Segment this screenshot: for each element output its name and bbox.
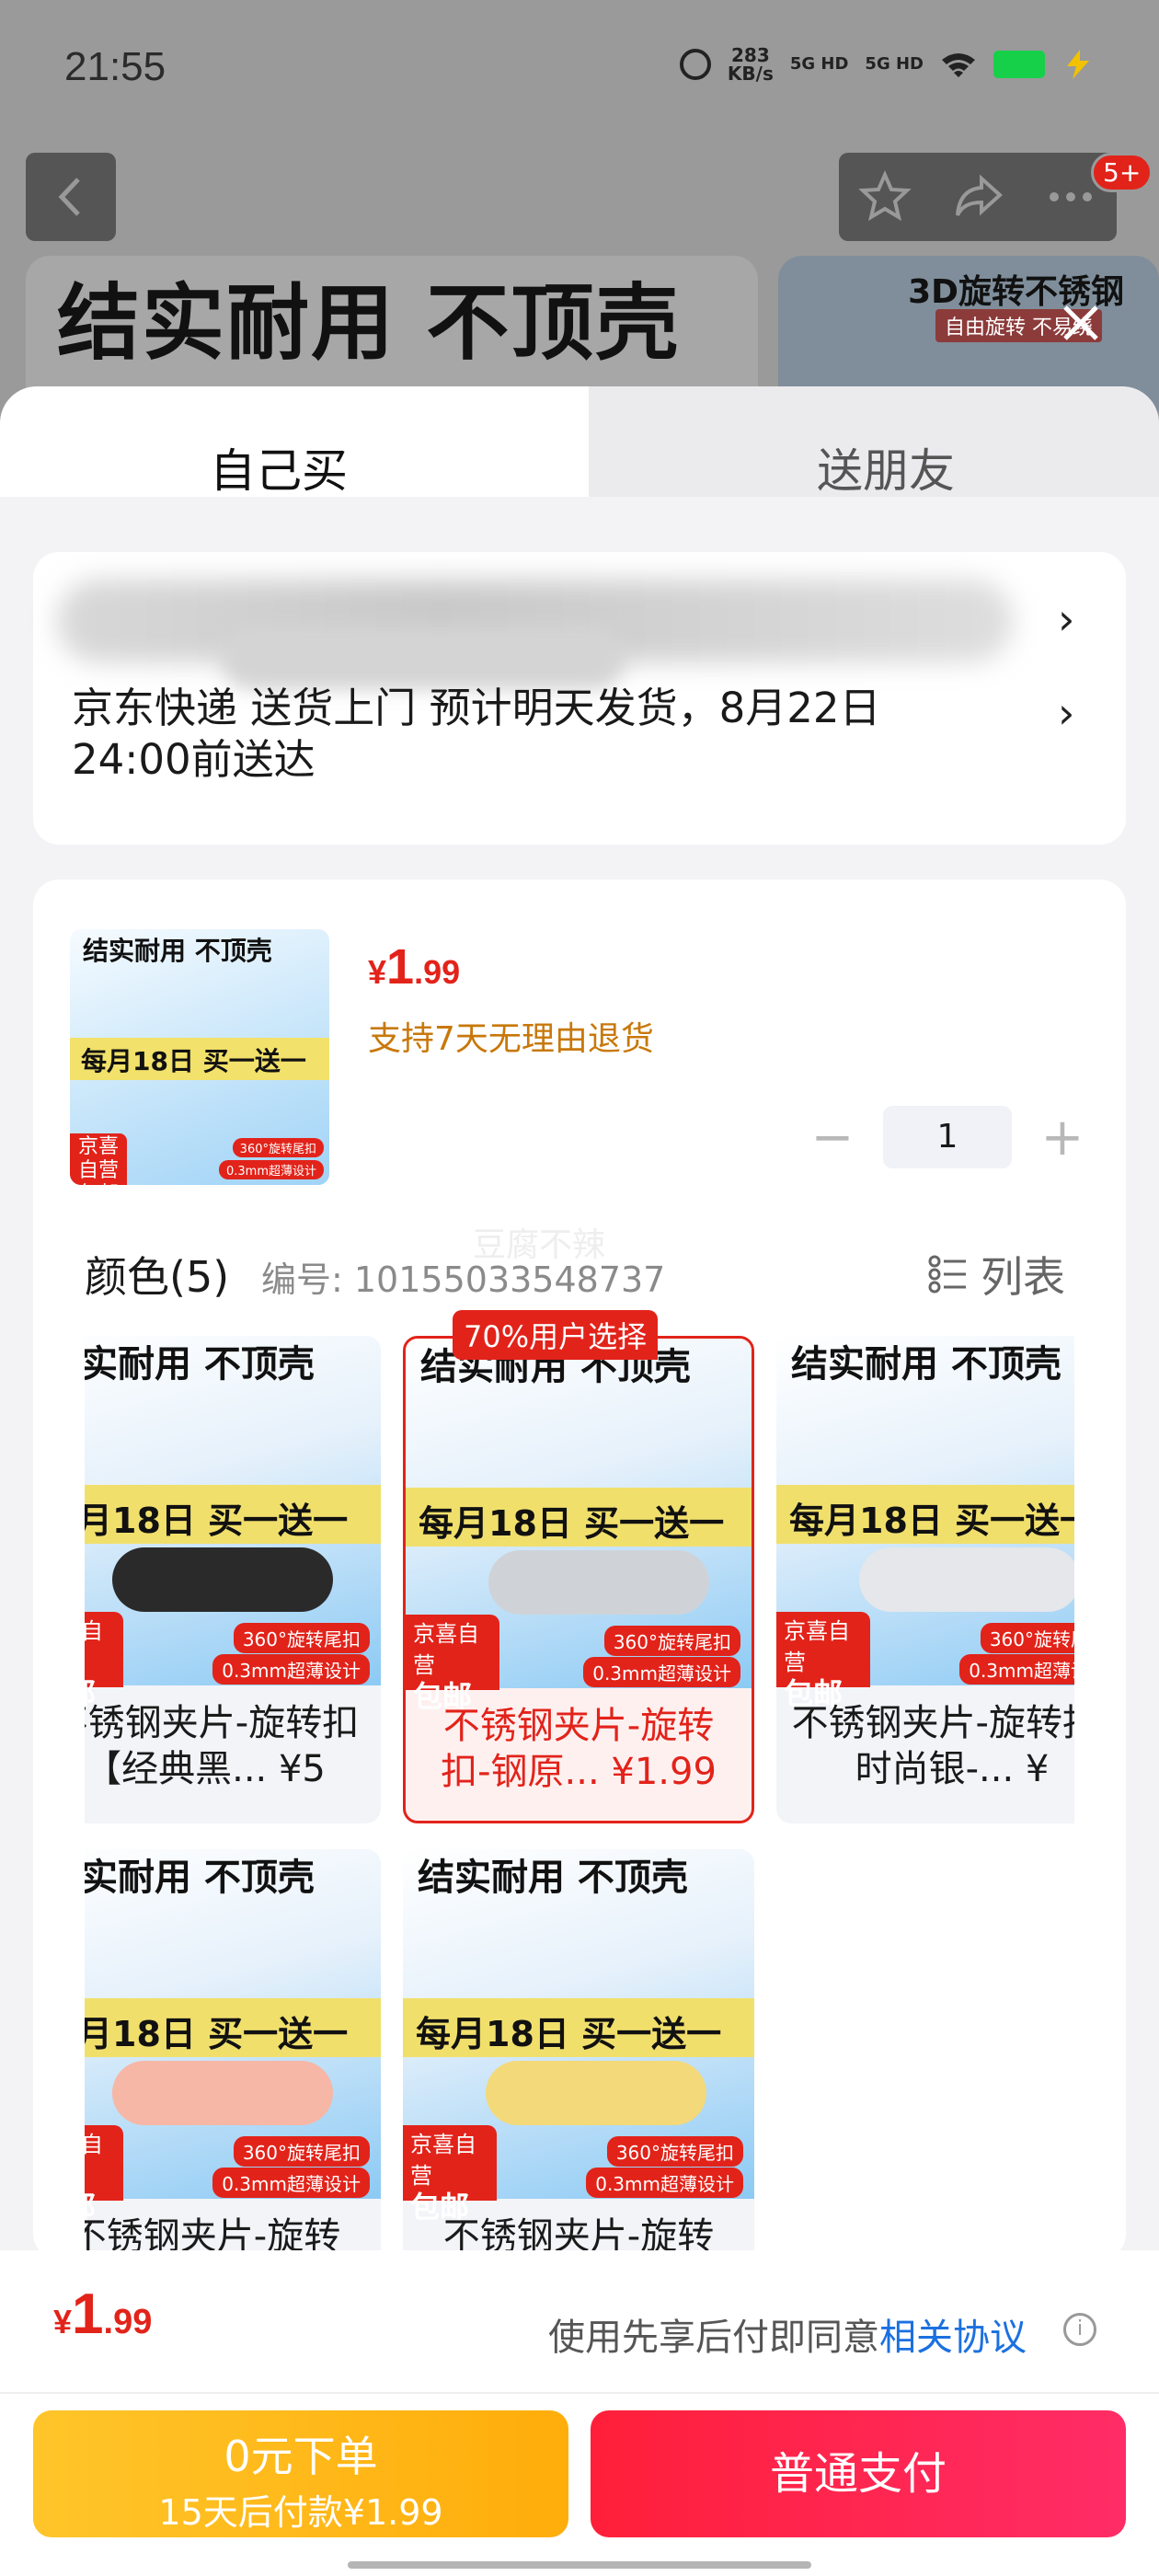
net-speed: 283 KB/s bbox=[727, 44, 774, 85]
battery-icon bbox=[993, 51, 1045, 78]
product-thumbnail[interactable]: 结实耐用 不顶壳 每月18日 买一送一 京喜自营 包邮 360°旋转尾扣 0.3… bbox=[70, 929, 329, 1185]
total-price: ¥1.99 bbox=[53, 2283, 153, 2346]
info-icon[interactable]: i bbox=[1063, 2313, 1096, 2346]
address-chevron-icon[interactable]: › bbox=[1058, 594, 1074, 644]
clip-image bbox=[486, 2061, 706, 2125]
status-bar: 21:55 283 KB/s 5G HD 5G HD bbox=[0, 0, 1159, 138]
color-option-steel-selected[interactable]: 结实耐用 不顶壳 每月18日 买一送一 京喜自营 包邮 360°旋转尾扣 0.3m… bbox=[403, 1336, 754, 1823]
minus-button[interactable]: − bbox=[809, 1108, 855, 1167]
chevron-left-icon bbox=[58, 178, 80, 216]
popular-badge: 70%用户选择 bbox=[453, 1310, 659, 1360]
clip-image bbox=[112, 1547, 333, 1612]
agreement-link[interactable]: 相关协议 bbox=[879, 2317, 1027, 2359]
address-blurred-2 bbox=[221, 626, 625, 690]
list-icon bbox=[928, 1255, 966, 1294]
sheet-body-top bbox=[0, 497, 1159, 552]
product-price: ¥1.99 bbox=[368, 939, 461, 995]
top-tools bbox=[839, 153, 1117, 241]
clip-image bbox=[859, 1547, 1074, 1612]
normal-pay-button[interactable]: 普通支付 bbox=[591, 2410, 1126, 2537]
more-icon[interactable] bbox=[1043, 169, 1098, 224]
product-code: 编号: 10155033548737 bbox=[261, 1259, 666, 1300]
close-icon[interactable] bbox=[1058, 300, 1104, 346]
status-icons: 283 KB/s 5G HD 5G HD bbox=[679, 44, 1095, 85]
status-time: 21:55 bbox=[64, 44, 166, 89]
color-option-black[interactable]: 结实耐用 不顶壳 每月18日 买一送一 京喜自营包邮 360°旋转尾扣 0.3m… bbox=[85, 1336, 381, 1823]
agreement-text: 使用先享后付即同意相关协议 bbox=[548, 2317, 1027, 2359]
return-policy: 支持7天无理由退货 bbox=[368, 1020, 654, 1058]
shipping-chevron-icon[interactable]: › bbox=[1058, 688, 1074, 738]
color-option-rose[interactable]: 结实耐用 不顶壳 每月18日 买一送一 京喜自营包邮 360°旋转尾扣 0.3m… bbox=[85, 1849, 381, 2254]
cart-badge: 5+ bbox=[1091, 153, 1153, 192]
divider bbox=[0, 2392, 1159, 2394]
quantity-field[interactable]: 1 bbox=[883, 1106, 1012, 1168]
home-indicator[interactable] bbox=[348, 2561, 811, 2569]
tab-gift-friend[interactable]: 送朋友 bbox=[817, 434, 955, 500]
clip-image bbox=[488, 1550, 709, 1615]
shipping-info: 京东快递 送货上门 预计明天发货，8月22日 24:00前送达 bbox=[72, 684, 881, 784]
signal-sim1: 5G HD bbox=[789, 54, 849, 74]
color-header: 颜色(5) bbox=[85, 1252, 230, 1302]
signal-sim2: 5G HD bbox=[865, 54, 924, 74]
quantity-stepper: − 1 + bbox=[809, 1106, 1085, 1168]
list-view-toggle[interactable]: 列表 bbox=[927, 1244, 1065, 1305]
plus-button[interactable]: + bbox=[1039, 1108, 1085, 1167]
star-icon[interactable] bbox=[857, 169, 912, 224]
tab-buy-for-self[interactable]: 自己买 bbox=[210, 434, 348, 500]
color-option-silver[interactable]: 结实耐用 不顶壳 每月18日 买一送一 京喜自营包邮 360°旋转尾扣 0.3m… bbox=[776, 1336, 1074, 1823]
clip-image bbox=[112, 2061, 333, 2125]
share-icon[interactable] bbox=[950, 169, 1005, 224]
alarm-icon bbox=[679, 49, 711, 80]
color-options-grid: 结实耐用 不顶壳 每月18日 买一送一 京喜自营包邮 360°旋转尾扣 0.3m… bbox=[85, 1336, 1074, 2254]
color-option-gold[interactable]: 结实耐用 不顶壳 每月18日 买一送一 京喜自营 包邮 360°旋转尾扣 0.3m… bbox=[403, 1849, 754, 2254]
charging-icon bbox=[1067, 50, 1089, 79]
back-button[interactable] bbox=[26, 153, 116, 241]
pay-later-button[interactable]: 0元下单 15天后付款¥1.99 bbox=[33, 2410, 568, 2537]
wifi-icon bbox=[942, 53, 975, 77]
